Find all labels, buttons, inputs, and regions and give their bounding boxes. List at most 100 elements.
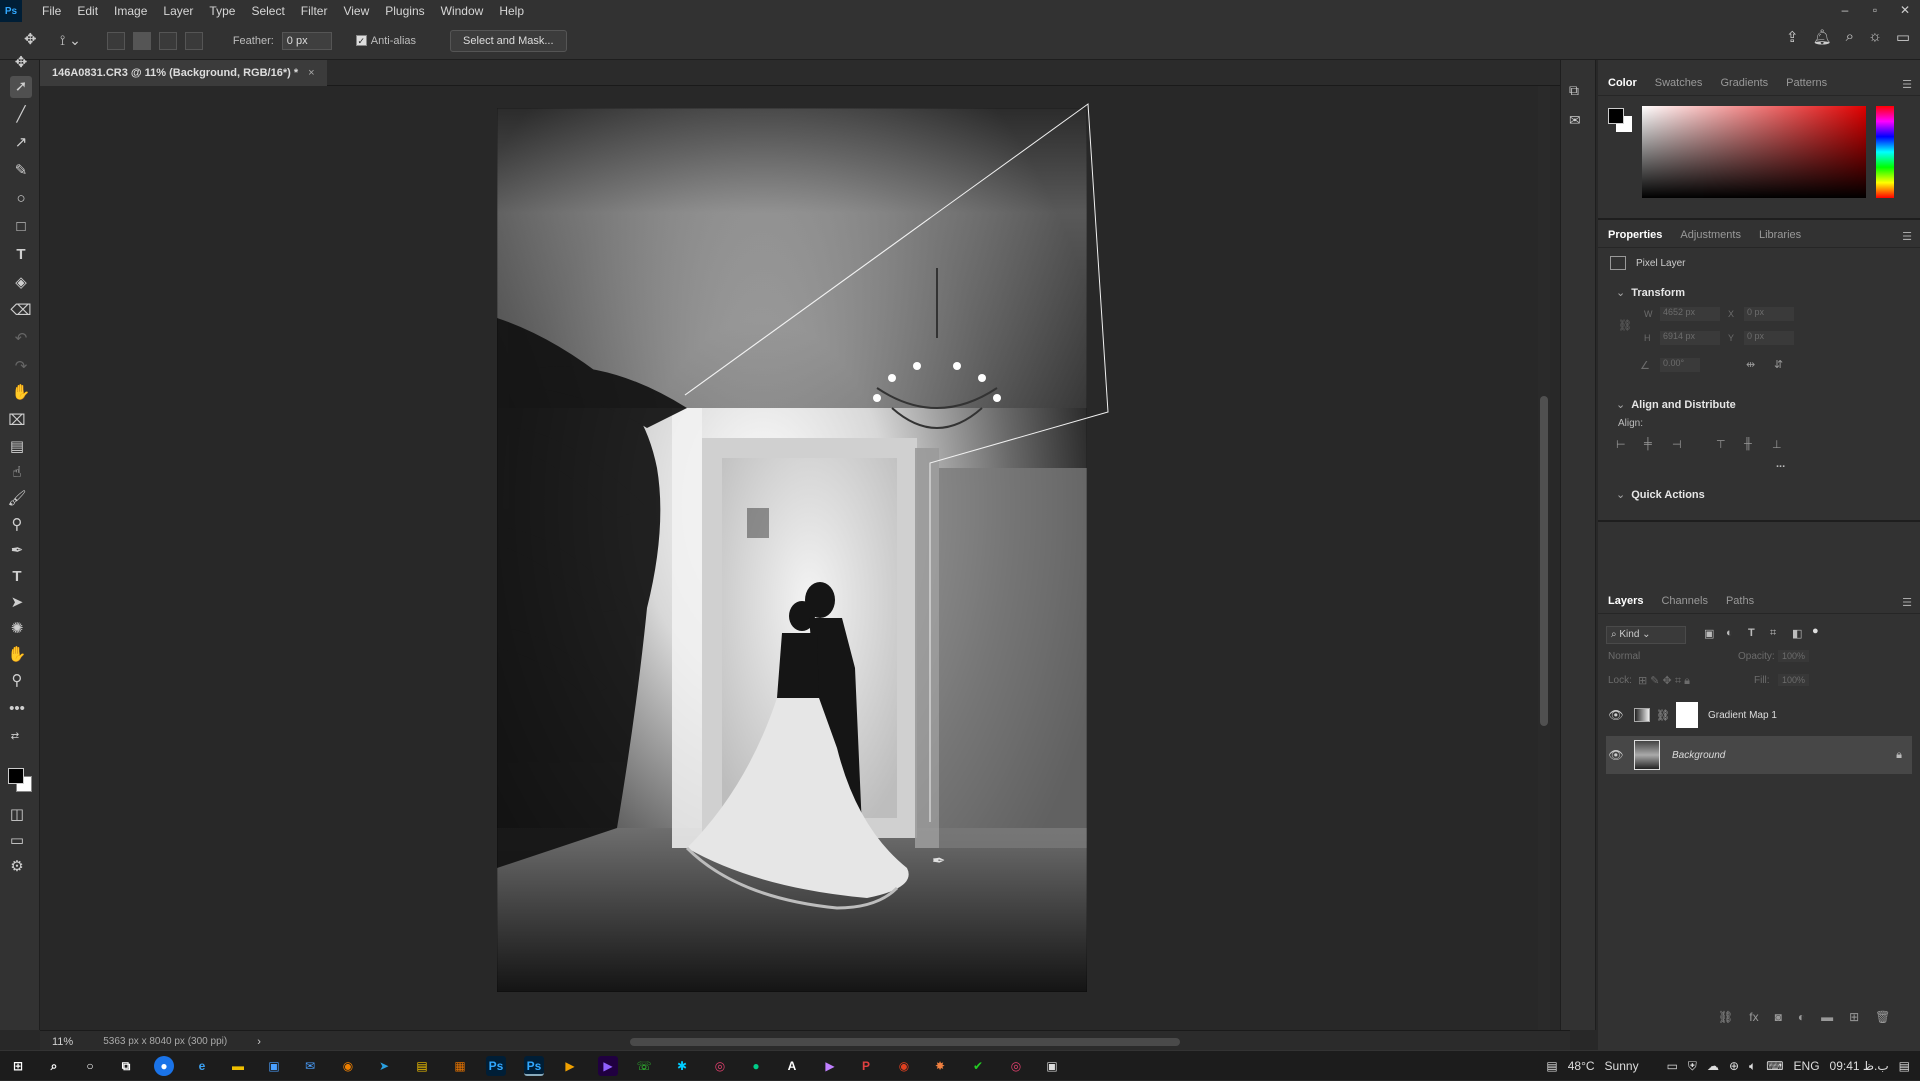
eraser-icon[interactable]: ⌫ [10, 300, 32, 322]
path-select-icon[interactable]: ➤ [6, 592, 28, 614]
history-icon[interactable]: ⧉ [1569, 82, 1579, 99]
quick-mask-icon[interactable]: ◫ [6, 804, 28, 826]
custom-shape-icon[interactable]: ✺ [6, 618, 28, 640]
file-explorer-icon[interactable]: ▬ [228, 1056, 248, 1076]
volume-icon[interactable]: 🔈︎ [1749, 1059, 1756, 1074]
discover-icon[interactable]: ☼ [1868, 28, 1882, 46]
document-canvas[interactable] [497, 108, 1087, 992]
horizontal-scroll-thumb[interactable] [630, 1038, 1180, 1046]
menu-plugins[interactable]: Plugins [377, 0, 432, 22]
arrow-tool-icon[interactable]: ↗ [10, 132, 32, 154]
menu-layer[interactable]: Layer [155, 0, 201, 22]
share-icon[interactable]: ⇪ [1786, 28, 1799, 46]
brush-icon[interactable]: 🖌︎ [6, 488, 28, 510]
tab-swatches[interactable]: Swatches [1655, 77, 1703, 89]
eye-icon[interactable]: 👁︎ [1606, 708, 1626, 722]
line-tool-icon[interactable]: ╱ [10, 104, 32, 126]
archive-icon[interactable]: ▦ [450, 1056, 470, 1076]
link-layers-icon[interactable]: ⛓ [1718, 1010, 1733, 1024]
move-tool-icon[interactable]: ✥ [24, 30, 37, 48]
store-icon[interactable]: ▣ [264, 1056, 284, 1076]
photoshop-logo[interactable]: Ps [0, 0, 22, 22]
x-input[interactable]: 0 px [1744, 307, 1794, 321]
mask-link-icon[interactable]: ⛓ [1656, 709, 1670, 722]
clock[interactable]: 09:41 ب.ظ [1830, 1059, 1889, 1073]
layer-mask-thumbnail[interactable] [1675, 702, 1698, 728]
filter-shape-icon[interactable]: ⌗ [1770, 627, 1776, 640]
media-player-icon[interactable]: ▶ [560, 1056, 580, 1076]
horizontal-type-icon[interactable]: T [6, 566, 28, 588]
rectangle-icon[interactable]: □ [10, 216, 32, 238]
foreground-color-swatch[interactable] [8, 768, 24, 784]
lasso-preset-icon[interactable]: ⟟ ⌄ [60, 32, 81, 49]
layer-row-background[interactable]: 👁︎ Background 🔒︎ [1606, 736, 1912, 774]
close-window-button[interactable]: ✕ [1890, 0, 1920, 22]
search-icon[interactable]: ⌕ [44, 1056, 64, 1076]
fx-icon[interactable]: fx [1749, 1010, 1758, 1024]
slack-icon[interactable]: ✱ [672, 1056, 692, 1076]
add-mask-icon[interactable]: ◙ [1775, 1010, 1782, 1024]
document-tab[interactable]: 146A0831.CR3 @ 11% (Background, RGB/16*)… [40, 60, 327, 86]
color-saturation-field[interactable] [1642, 106, 1866, 198]
menu-edit[interactable]: Edit [69, 0, 106, 22]
whatsapp-icon[interactable]: ☏ [634, 1056, 654, 1076]
zoom-level[interactable]: 11% [52, 1036, 73, 1048]
properties-menu-icon[interactable]: ☰ [1902, 230, 1912, 243]
menu-select[interactable]: Select [243, 0, 292, 22]
align-section-header[interactable]: ⌄ Align and Distribute [1616, 398, 1736, 411]
layer-name[interactable]: Gradient Map 1 [1708, 710, 1777, 721]
tab-patterns[interactable]: Patterns [1786, 77, 1827, 89]
notes-icon[interactable]: ▤ [412, 1056, 432, 1076]
weather-icon[interactable]: ▤ [1546, 1059, 1557, 1073]
video-app-icon[interactable]: ▶ [820, 1056, 840, 1076]
transform-section-header[interactable]: ⌄ Transform [1616, 286, 1685, 299]
align-middle-icon[interactable]: ╫ [1744, 438, 1752, 450]
menu-view[interactable]: View [335, 0, 377, 22]
layer-filter-select[interactable]: ⌕ Kind ⌄ [1606, 626, 1686, 644]
filter-pixel-icon[interactable]: ▣ [1704, 627, 1714, 640]
pencil-icon[interactable]: ✎ [10, 160, 32, 182]
dodge-icon[interactable]: ⚲ [6, 514, 28, 536]
align-center-icon[interactable]: ╪ [1644, 438, 1652, 450]
tab-adjustments[interactable]: Adjustments [1680, 229, 1741, 241]
tab-paths[interactable]: Paths [1726, 595, 1754, 607]
menu-help[interactable]: Help [491, 0, 532, 22]
tab-gradients[interactable]: Gradients [1720, 77, 1768, 89]
quick-actions-section-header[interactable]: ⌄ Quick Actions [1616, 488, 1705, 501]
edge-icon[interactable]: e [192, 1056, 212, 1076]
new-adjustment-icon[interactable]: ◐ [1798, 1010, 1805, 1024]
tray-icon-1[interactable]: ▭ [1667, 1059, 1678, 1073]
smudge-icon[interactable]: ☝ [6, 462, 28, 484]
keyboard-icon[interactable]: ⌨ [1766, 1059, 1783, 1073]
minimize-button[interactable]: – [1830, 0, 1860, 22]
y-input[interactable]: 0 px [1744, 331, 1794, 345]
chrome-alt-icon[interactable]: ● [746, 1056, 766, 1076]
chrome-icon[interactable]: ● [154, 1056, 174, 1076]
photoshop-taskbar-icon[interactable]: Ps [486, 1056, 506, 1076]
w-input[interactable]: 4652 px [1660, 307, 1720, 321]
weather-temp[interactable]: 48°C [1568, 1059, 1595, 1073]
filter-type-icon[interactable]: T [1748, 627, 1755, 639]
lock-icons[interactable]: ⊞ ✎ ✥ ⌗ 🔒︎ [1638, 674, 1690, 688]
tab-channels[interactable]: Channels [1661, 595, 1707, 607]
camera-icon[interactable]: ▣ [1042, 1056, 1062, 1076]
link-icon[interactable]: ⛓ [1618, 319, 1632, 332]
filter-smart-object-icon[interactable]: ◧ [1792, 627, 1802, 640]
edit-toolbar-icon[interactable]: ⚙ [6, 856, 28, 878]
type-icon[interactable]: T [10, 244, 32, 266]
pen-icon[interactable]: ✒ [6, 540, 28, 562]
zoom-icon[interactable]: ⚲ [6, 670, 28, 692]
panel-menu-icon[interactable]: ☰ [1902, 78, 1912, 91]
premiere-icon[interactable]: ▶ [598, 1056, 618, 1076]
menu-image[interactable]: Image [106, 0, 155, 22]
vertical-scroll-thumb[interactable] [1540, 396, 1548, 726]
delete-layer-icon[interactable]: 🗑︎ [1875, 1010, 1890, 1024]
cortana-icon[interactable]: ○ [80, 1056, 100, 1076]
h-input[interactable]: 6914 px [1660, 331, 1720, 345]
subtract-selection-button[interactable] [158, 31, 177, 50]
language-indicator[interactable]: ENG [1794, 1059, 1820, 1073]
align-top-icon[interactable]: ⊤ [1716, 438, 1726, 451]
redo-icon[interactable]: ↷ [10, 356, 32, 378]
select-and-mask-button[interactable]: Select and Mask... [450, 29, 567, 52]
eye-icon[interactable]: 👁︎ [1606, 748, 1626, 762]
